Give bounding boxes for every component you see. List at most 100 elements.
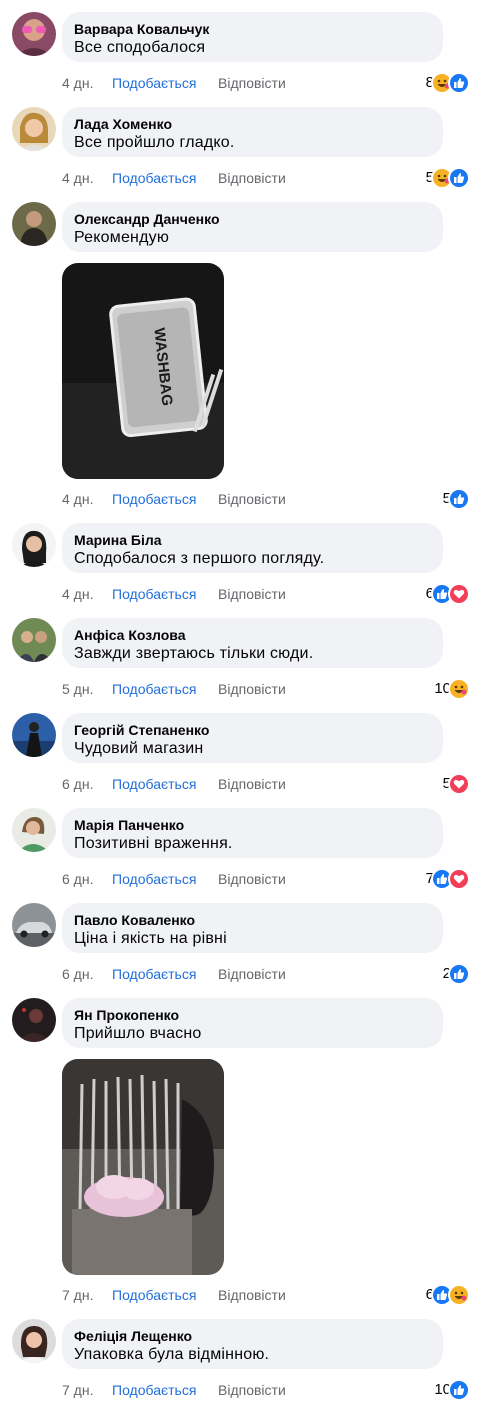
comment-time[interactable]: 4 дн. [62,489,93,509]
comment-text: Все сподобалося [74,39,206,56]
love-reaction-icon [448,583,470,605]
like-button[interactable]: Подобається [112,489,196,509]
comment-bubble: Марія Панченко Позитивні враження. [62,808,443,858]
reply-button[interactable]: Відповісти [218,774,286,794]
comment-actions: 7 дн. Подобається Відповісти 10 [62,1379,470,1401]
reply-button[interactable]: Відповісти [218,489,286,509]
like-button[interactable]: Подобається [112,679,196,699]
avatar[interactable] [12,12,56,56]
haha-reaction-icon [448,1284,470,1306]
reactions-summary[interactable]: 5 [443,488,470,510]
comment-time[interactable]: 6 дн. [62,774,93,794]
like-reaction-icon [448,72,470,94]
comment-bubble: Олександр Данченко Рекомендую [62,202,443,252]
reply-button[interactable]: Відповісти [218,1380,286,1400]
comment-actions: 5 дн. Подобається Відповісти 10 [62,678,470,700]
like-reaction-icon [448,167,470,189]
comment-author[interactable]: Павло Коваленко [74,911,431,929]
attached-photo[interactable] [62,1059,224,1275]
comment-text: Сподобалося з першого погляду. [74,550,325,567]
reply-button[interactable]: Відповісти [218,679,286,699]
haha-reaction-icon [448,678,470,700]
avatar[interactable] [12,618,56,662]
comment-author[interactable]: Марина Біла [74,531,431,549]
comment-text: Ціна і якість на рівні [74,930,227,947]
like-button[interactable]: Подобається [112,869,196,889]
like-reaction-icon [448,963,470,985]
comment-text: Чудовий магазин [74,740,204,757]
comment-time[interactable]: 7 дн. [62,1380,93,1400]
comment-author[interactable]: Георгій Степаненко [74,721,431,739]
comment-text: Упаковка була відмінною. [74,1346,270,1363]
reply-button[interactable]: Відповісти [218,168,286,188]
comment-text: Прийшло вчасно [74,1025,202,1042]
comment-actions: 7 дн. Подобається Відповісти 6 [62,1284,470,1306]
comment-actions: 6 дн. Подобається Відповісти 7 [62,868,470,890]
comment-actions: 4 дн. Подобається Відповісти 5 [62,488,470,510]
comment-author[interactable]: Марія Панченко [74,816,431,834]
comment-bubble: Георгій Степаненко Чудовий магазин [62,713,443,763]
comment-author[interactable]: Олександр Данченко [74,210,431,228]
like-reaction-icon [448,1379,470,1401]
reactions-summary[interactable]: 2 [443,963,470,985]
attached-photo[interactable]: WASHBAG [62,263,224,479]
comment-actions: 4 дн. Подобається Відповісти 6 [62,583,470,605]
comment-time[interactable]: 6 дн. [62,869,93,889]
love-reaction-icon [448,773,470,795]
comment-text: Все пройшло гладко. [74,134,235,151]
reply-button[interactable]: Відповісти [218,964,286,984]
reactions-summary[interactable]: 8 [426,72,470,94]
avatar[interactable] [12,107,56,151]
reactions-summary[interactable]: 10 [434,1379,470,1401]
reply-button[interactable]: Відповісти [218,73,286,93]
reply-button[interactable]: Відповісти [218,869,286,889]
love-reaction-icon [448,868,470,890]
like-button[interactable]: Подобається [112,73,196,93]
comment-actions: 6 дн. Подобається Відповісти 2 [62,963,470,985]
avatar[interactable] [12,523,56,567]
comment-time[interactable]: 4 дн. [62,584,93,604]
comment-bubble: Павло Коваленко Ціна і якість на рівні [62,903,443,953]
comment-text: Рекомендую [74,229,170,246]
like-reaction-icon [448,488,470,510]
reactions-summary[interactable]: 5 [443,773,470,795]
comment-time[interactable]: 6 дн. [62,964,93,984]
like-button[interactable]: Подобається [112,1380,196,1400]
comment-author[interactable]: Варвара Ковальчук [74,20,431,38]
comment-author[interactable]: Анфіса Козлова [74,626,431,644]
comment-actions: 6 дн. Подобається Відповісти 5 [62,773,470,795]
reactions-summary[interactable]: 6 [426,1284,470,1306]
like-button[interactable]: Подобається [112,168,196,188]
avatar[interactable] [12,202,56,246]
reactions-summary[interactable]: 10 [434,678,470,700]
like-button[interactable]: Подобається [112,584,196,604]
comment-bubble: Варвара Ковальчук Все сподобалося [62,12,443,62]
comment-bubble: Лада Хоменко Все пройшло гладко. [62,107,443,157]
comment-bubble: Марина Біла Сподобалося з першого погляд… [62,523,443,573]
comment-time[interactable]: 5 дн. [62,679,93,699]
comment-bubble: Ян Прокопенко Прийшло вчасно [62,998,443,1048]
reactions-summary[interactable]: 6 [426,583,470,605]
comment-bubble: Феліція Лещенко Упаковка була відмінною. [62,1319,443,1369]
like-button[interactable]: Подобається [112,1285,196,1305]
reactions-summary[interactable]: 7 [426,868,470,890]
comment-actions: 4 дн. Подобається Відповісти 8 [62,72,470,94]
avatar[interactable] [12,998,56,1042]
comment-text: Завжди звертаюсь тільки сюди. [74,645,314,662]
comment-author[interactable]: Лада Хоменко [74,115,431,133]
reply-button[interactable]: Відповісти [218,1285,286,1305]
comment-actions: 4 дн. Подобається Відповісти 5 [62,167,470,189]
comment-author[interactable]: Ян Прокопенко [74,1006,431,1024]
avatar[interactable] [12,903,56,947]
avatar[interactable] [12,713,56,757]
like-button[interactable]: Подобається [112,774,196,794]
comment-time[interactable]: 7 дн. [62,1285,93,1305]
comment-author[interactable]: Феліція Лещенко [74,1327,431,1345]
avatar[interactable] [12,808,56,852]
avatar[interactable] [12,1319,56,1363]
comment-time[interactable]: 4 дн. [62,168,93,188]
comment-time[interactable]: 4 дн. [62,73,93,93]
like-button[interactable]: Подобається [112,964,196,984]
reply-button[interactable]: Відповісти [218,584,286,604]
reactions-summary[interactable]: 5 [426,167,470,189]
